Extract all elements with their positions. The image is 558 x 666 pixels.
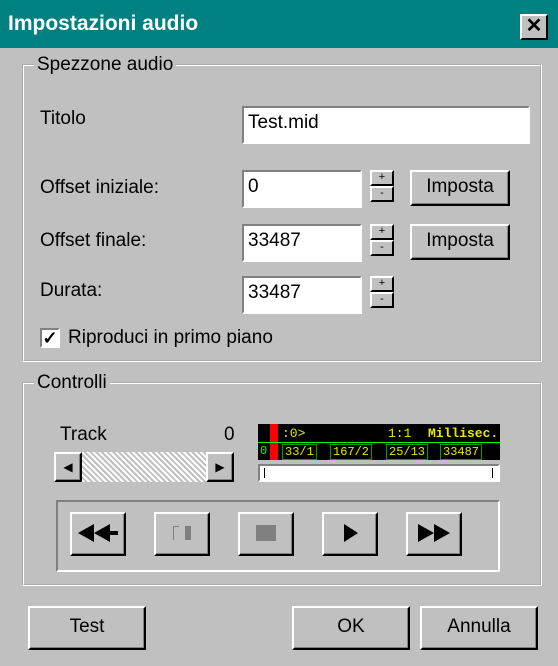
pause-icon [173,526,191,540]
lcd-cell: 0 [260,444,268,458]
spin-up-icon[interactable]: + [370,170,394,186]
cancel-button[interactable]: Annulla [420,606,538,650]
audio-segment-group-title: Spezzone audio [34,54,177,76]
set-end-button[interactable]: Imposta [410,224,510,260]
controls-group-title: Controlli [34,372,110,394]
duration-spinner[interactable]: + - [370,276,394,308]
lcd-cell: 25/13 [386,444,429,460]
duration-label: Durata: [40,280,103,301]
position-display: :0> 1:1 Millisec. 0 33/1 167/2 25/13 334… [258,424,500,460]
offset-start-label: Offset iniziale: [40,177,159,198]
rewind-icon [78,524,118,542]
slider-end-tick [492,468,493,478]
checkmark-icon: ✓ [42,328,58,348]
spin-down-icon[interactable]: - [370,240,394,256]
track-value: 0 [224,424,235,445]
position-slider[interactable] [258,464,500,482]
ok-button[interactable]: OK [292,606,410,650]
close-button[interactable]: ✕ [520,14,548,40]
slider-start-tick [264,468,265,478]
offset-end-field[interactable]: 33487 [242,224,362,262]
test-label: Test [69,616,105,637]
track-label: Track [60,424,107,445]
title-field[interactable]: Test.mid [242,106,530,144]
offset-start-field[interactable]: 0 [242,170,362,208]
set-end-label: Imposta [426,230,494,251]
foreground-label[interactable]: Riproduci in primo piano [68,327,273,349]
window-title: Impostazioni audio [8,12,199,35]
fast-forward-button[interactable] [406,512,462,556]
spin-up-icon[interactable]: + [370,276,394,292]
lcd-divider [258,442,500,443]
offset-start-spinner[interactable]: + - [370,170,394,202]
lcd-cell: 33/1 [282,444,317,460]
pause-button[interactable] [154,512,210,556]
ok-label: OK [337,616,365,637]
title-label: Titolo [40,108,86,129]
rewind-button[interactable] [70,512,126,556]
arrow-right-icon: ▶ [215,460,225,474]
foreground-checkbox[interactable]: ✓ [40,328,60,348]
stop-icon [256,525,276,541]
spin-down-icon[interactable]: - [370,186,394,202]
close-icon: ✕ [525,15,543,37]
set-start-label: Imposta [426,176,494,197]
cancel-label: Annulla [447,616,511,637]
title-bar: Impostazioni audio ✕ [0,0,558,48]
fast-forward-icon [418,524,450,542]
duration-field[interactable]: 33487 [242,276,362,314]
arrow-left-icon: ◀ [63,460,73,474]
spin-down-icon[interactable]: - [370,292,394,308]
test-button[interactable]: Test [28,606,146,650]
play-button[interactable] [322,512,378,556]
set-start-button[interactable]: Imposta [410,170,510,206]
spin-up-icon[interactable]: + [370,224,394,240]
lcd-marker-text: :0> [282,426,306,441]
play-icon [344,524,358,542]
stop-button[interactable] [238,512,294,556]
scroll-right-button[interactable]: ▶ [206,452,234,482]
lcd-cell: 167/2 [330,444,373,460]
offset-end-label: Offset finale: [40,230,147,251]
lcd-cell: 33487 [440,444,483,460]
lcd-ratio-text: 1:1 [388,426,412,441]
offset-end-spinner[interactable]: + - [370,224,394,256]
scroll-left-button[interactable]: ◀ [54,452,82,482]
lcd-unit-text: Millisec. [428,426,499,441]
